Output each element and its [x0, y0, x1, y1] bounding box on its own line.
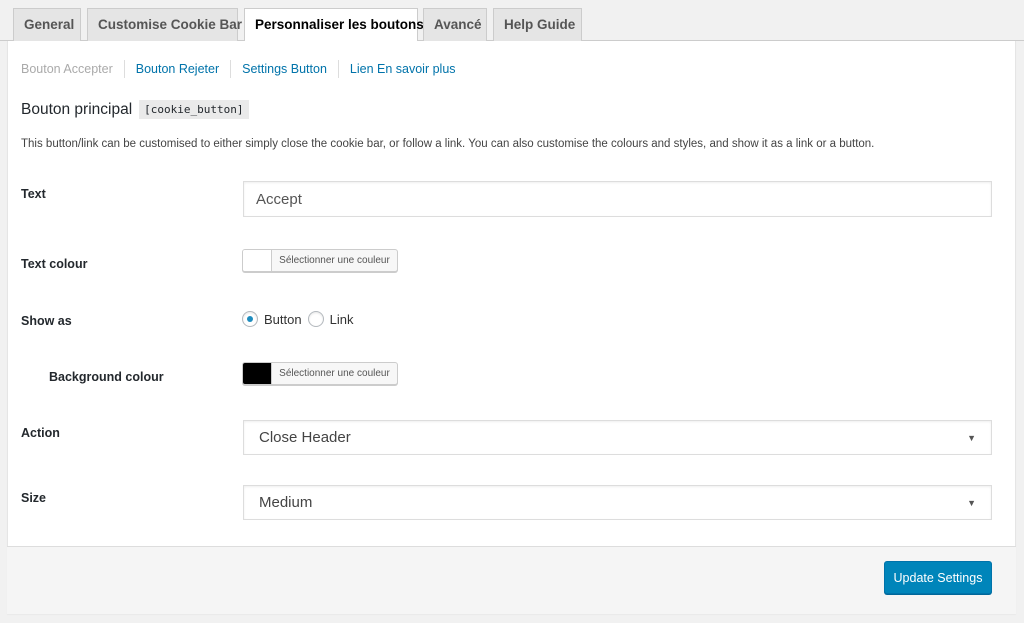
section-heading: Bouton principal: [21, 100, 133, 118]
text-colour-swatch: [243, 250, 272, 271]
background-colour-button-label: Sélectionner une couleur: [279, 368, 390, 379]
action-select-value: Close Header: [259, 429, 351, 446]
background-colour-picker-button[interactable]: Sélectionner une couleur: [242, 362, 398, 385]
section-title: Bouton principal [cookie_button]: [21, 100, 249, 119]
tab-help-guide[interactable]: Help Guide: [493, 8, 582, 41]
size-select[interactable]: Medium ▼: [243, 485, 992, 520]
text-colour-picker-button[interactable]: Sélectionner une couleur: [242, 249, 398, 272]
tab-customise-cookie-bar[interactable]: Customise Cookie Bar: [87, 8, 242, 41]
action-select[interactable]: Close Header ▼: [243, 420, 992, 455]
update-settings-button[interactable]: Update Settings: [884, 561, 992, 594]
shortcode-badge: [cookie_button]: [139, 100, 249, 119]
section-description: This button/link can be customised to ei…: [21, 138, 875, 150]
background-colour-label: Background colour: [49, 370, 164, 384]
subnav-lien-en-savoir-plus[interactable]: Lien En savoir plus: [337, 60, 467, 78]
show-as-link-label[interactable]: Link: [330, 312, 354, 327]
text-colour-label: Text colour: [21, 257, 88, 271]
action-label: Action: [21, 426, 60, 440]
text-colour-button-label: Sélectionner une couleur: [279, 255, 390, 266]
show-as-options: Button Link: [242, 311, 359, 327]
subnav-bouton-accepter[interactable]: Bouton Accepter: [21, 60, 124, 78]
text-label: Text: [21, 187, 46, 201]
subnav-bouton-rejeter[interactable]: Bouton Rejeter: [123, 60, 230, 78]
button-subnav: Bouton Accepter Bouton Rejeter Settings …: [21, 60, 467, 78]
show-as-button-label[interactable]: Button: [264, 312, 302, 327]
show-as-link-radio[interactable]: [307, 311, 324, 327]
tab-avance[interactable]: Avancé: [423, 8, 487, 41]
subnav-settings-button[interactable]: Settings Button: [230, 60, 338, 78]
chevron-down-icon: ▼: [967, 497, 976, 508]
tab-general[interactable]: General: [13, 8, 81, 41]
tab-personnaliser-les-boutons[interactable]: Personnaliser les boutons: [244, 8, 424, 42]
text-input[interactable]: [243, 181, 992, 217]
settings-panel: [7, 41, 1016, 614]
settings-footer: [7, 546, 1016, 614]
show-as-button-radio[interactable]: [242, 311, 258, 327]
show-as-label: Show as: [21, 314, 72, 328]
size-select-value: Medium: [259, 494, 313, 511]
chevron-down-icon: ▼: [967, 432, 976, 443]
settings-tabs: General Customise Cookie Bar Personnalis…: [0, 0, 1024, 42]
size-label: Size: [21, 491, 47, 505]
background-colour-swatch: [243, 363, 272, 384]
